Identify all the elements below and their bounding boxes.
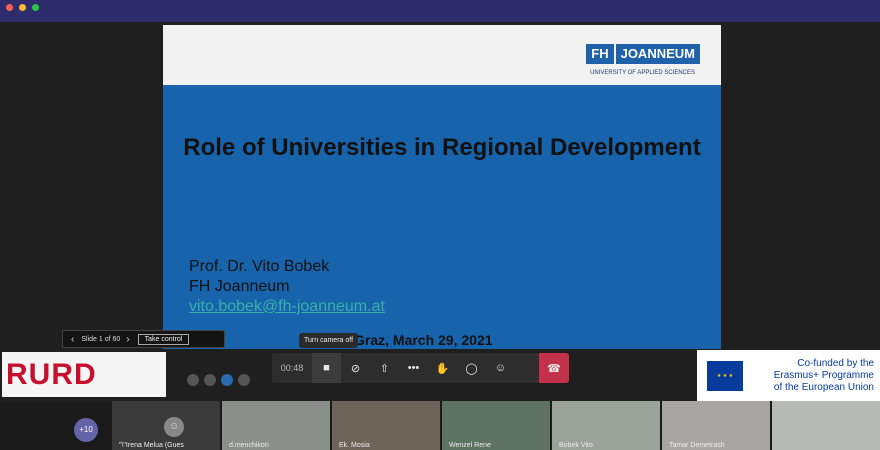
participant-tile[interactable]: ☺ "\"Irena Melua (Gues xyxy=(112,401,220,450)
eu-line: Erasmus+ Programme xyxy=(773,370,874,381)
presentation-slide: FH JOANNEUM UNIVERSITY OF APPLIED SCIENC… xyxy=(163,25,721,349)
eu-line: Co-funded by the xyxy=(797,358,874,369)
reaction-icon[interactable] xyxy=(238,374,250,386)
mute-button[interactable]: ⊘ xyxy=(341,353,370,383)
meeting-toolbar: 00:48 ■ ⊘ ⇧ ••• ✋ ◯ ☺ ☎ xyxy=(272,353,569,383)
mini-controls xyxy=(187,374,255,386)
more-participants-button[interactable]: +10 xyxy=(74,418,98,442)
participant-name: "\"Irena Melua (Gues xyxy=(119,442,184,449)
logo-joanneum: JOANNEUM xyxy=(615,44,700,64)
participant-name: Bobek Vito xyxy=(559,442,593,449)
camera-button[interactable]: ■ xyxy=(312,353,341,383)
participant-tile[interactable]: Ek. Mosia xyxy=(332,401,440,450)
hang-up-button[interactable]: ☎ xyxy=(539,353,569,383)
chevron-left-icon[interactable]: ‹ xyxy=(71,334,74,345)
eu-text: Co-funded by the Erasmus+ Programme of t… xyxy=(774,358,874,394)
more-button[interactable]: ••• xyxy=(399,353,428,383)
author-affiliation: FH Joanneum xyxy=(189,278,290,295)
rurd-logo-text: RURD xyxy=(6,357,97,391)
author-name: Prof. Dr. Vito Bobek xyxy=(189,258,330,275)
eu-line: of the European Union xyxy=(773,382,874,393)
reaction-icon[interactable] xyxy=(221,374,233,386)
share-icon: ⇧ xyxy=(379,362,390,375)
participant-name: Tamar Demetrash xyxy=(669,442,725,449)
participants-button[interactable]: ☺ xyxy=(486,353,515,383)
participant-name: Wenzel Rene xyxy=(449,442,491,449)
chat-icon: ◯ xyxy=(465,362,478,375)
logo-fh: FH xyxy=(586,44,614,64)
meeting-timer: 00:48 xyxy=(280,363,304,373)
participant-name: d.menchikori xyxy=(229,442,269,449)
chat-button[interactable]: ◯ xyxy=(457,353,486,383)
window-titlebar xyxy=(0,0,880,22)
author-email-link[interactable]: vito.bobek@fh-joanneum.at xyxy=(189,297,385,317)
reaction-icon[interactable] xyxy=(204,374,216,386)
eu-flag-icon: ★ ★ ★ xyxy=(707,361,743,391)
slide-counter: Slide 1 of 60 xyxy=(81,335,121,343)
avatar: ☺ xyxy=(164,417,184,437)
participant-tile[interactable]: Wenzel Rene xyxy=(442,401,550,450)
phone-icon: ☎ xyxy=(547,362,561,375)
share-button[interactable]: ⇧ xyxy=(370,353,399,383)
take-control-button[interactable]: Take control xyxy=(137,333,190,345)
participant-tile[interactable]: Tamar Demetrash xyxy=(662,401,770,450)
meeting-stage: FH JOANNEUM UNIVERSITY OF APPLIED SCIENC… xyxy=(0,22,880,402)
close-window-button[interactable] xyxy=(6,4,13,11)
participant-tile[interactable]: Bobek Vito xyxy=(552,401,660,450)
minimize-window-button[interactable] xyxy=(19,4,26,11)
participant-tile[interactable] xyxy=(772,401,880,450)
chevron-right-icon[interactable]: › xyxy=(126,334,129,345)
raise-hand-button[interactable]: ✋ xyxy=(428,353,457,383)
people-icon: ☺ xyxy=(494,362,507,374)
mic-off-icon: ⊘ xyxy=(350,362,361,375)
fh-joanneum-logo: FH JOANNEUM xyxy=(586,44,700,64)
slide-title: Role of Universities in Regional Develop… xyxy=(183,134,701,161)
slide-header: FH JOANNEUM UNIVERSITY OF APPLIED SCIENC… xyxy=(163,25,721,85)
ellipsis-icon: ••• xyxy=(407,362,420,374)
eu-cofunding-logo: ★ ★ ★ Co-funded by the Erasmus+ Programm… xyxy=(697,350,880,402)
logo-subtitle: UNIVERSITY OF APPLIED SCIENCES xyxy=(590,70,695,76)
slide-author: Prof. Dr. Vito Bobek FH Joanneum vito.bo… xyxy=(189,257,385,317)
slide-date: Graz, March 29, 2021 xyxy=(354,332,493,348)
hand-icon: ✋ xyxy=(435,362,450,375)
participant-tile[interactable]: d.menchikori xyxy=(222,401,330,450)
reaction-icon[interactable] xyxy=(187,374,199,386)
camera-tooltip: Turn camera off xyxy=(299,333,359,348)
participant-name: Ek. Mosia xyxy=(339,442,370,449)
camera-icon: ■ xyxy=(323,362,330,374)
slide-navigation: ‹ Slide 1 of 60 › Take control xyxy=(62,330,225,348)
rurd-logo: RURD xyxy=(2,352,166,397)
participant-gallery: +10 ☺ "\"Irena Melua (Gues d.menchikori … xyxy=(0,401,880,450)
zoom-window-button[interactable] xyxy=(32,4,39,11)
